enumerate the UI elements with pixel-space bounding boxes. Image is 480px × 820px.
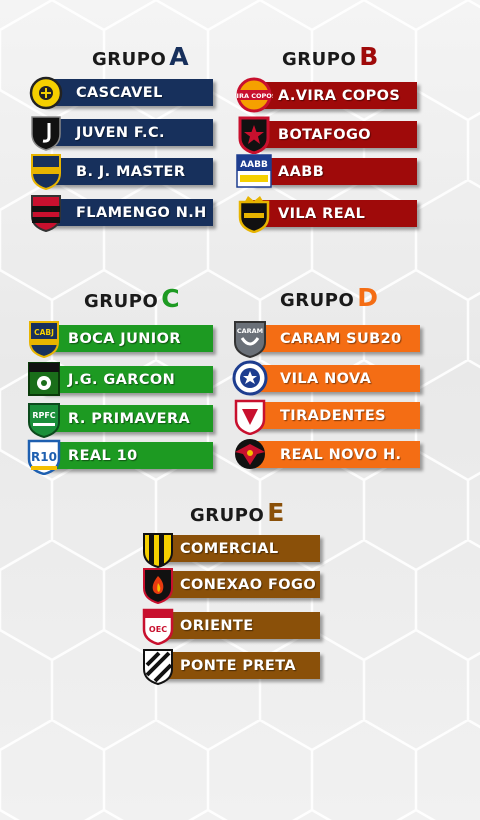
badge-text: R10 <box>31 450 57 464</box>
group-word: GRUPO <box>92 49 167 70</box>
vila-real-crown-crest-icon <box>238 196 270 233</box>
group-word: GRUPO <box>190 505 265 526</box>
team-name: REAL NOVO H. <box>280 446 402 463</box>
team-row-comercial: COMERCIAL <box>142 533 320 568</box>
yellow-black-stripes-shield-icon <box>143 533 173 568</box>
vira-copos-crest-icon: VIRA COPOS <box>235 77 273 113</box>
cabj-shield-icon: CABJ <box>29 321 59 358</box>
team-name: PONTE PRETA <box>180 657 297 674</box>
black-j-shield-icon <box>31 116 61 151</box>
red-black-eagle-crest-icon <box>235 439 265 469</box>
group-e-title: GRUPO E <box>190 498 285 527</box>
group-b-title: GRUPO B <box>282 42 379 71</box>
oec-red-shield-icon: OEC <box>142 608 174 645</box>
team-row-tiradentes: TIRADENTES <box>234 399 420 435</box>
badge-text: CABJ <box>34 328 54 337</box>
group-d-title: GRUPO D <box>280 283 379 312</box>
team-row-real-10: REAL 10 R10 <box>27 439 213 475</box>
yellow-round-crest-icon <box>29 76 63 110</box>
group-letter: E <box>267 498 285 527</box>
team-row-bj-master: B. J. MASTER <box>30 154 213 191</box>
red-black-star-shield-icon <box>238 116 270 154</box>
tiradentes-crest-icon <box>234 399 266 435</box>
rpfc-green-shield-icon: RPFC <box>28 403 60 438</box>
team-row-vira-copos: A.VIRA COPOS VIRA COPOS <box>235 77 417 113</box>
aabb-logo-icon: AABB <box>236 154 272 188</box>
team-name: B. J. MASTER <box>76 163 186 180</box>
group-letter: A <box>169 42 189 71</box>
team-row-boca-junior: BOCA JUNIOR CABJ <box>28 321 213 358</box>
group-word: GRUPO <box>282 49 357 70</box>
black-white-stripes-shield-icon <box>143 649 173 685</box>
group-a-title: GRUPO A <box>92 42 189 71</box>
group-c-title: GRUPO C <box>84 284 180 313</box>
group-letter: D <box>357 283 379 312</box>
badge-text: CARAM <box>237 327 263 335</box>
team-name: CARAM SUB20 <box>280 330 402 347</box>
green-square-crest-icon <box>28 362 60 396</box>
team-row-r-primavera: R. PRIMAVERA RPFC <box>28 403 213 438</box>
red-black-shield-icon <box>31 195 61 232</box>
real-10-shield-icon: R10 <box>27 439 61 475</box>
team-row-vila-nova: VILA NOVA <box>232 360 420 396</box>
team-row-caram-sub20: CARAM SUB20 CARAM <box>234 321 420 358</box>
team-row-aabb: AABB AABB <box>236 154 417 188</box>
team-name: CONEXAO FOGO <box>180 576 317 593</box>
team-name: A.VIRA COPOS <box>278 87 401 104</box>
group-word: GRUPO <box>84 291 159 312</box>
badge-text: RPFC <box>32 411 55 420</box>
team-row-juven: JUVEN F.C. <box>30 116 213 151</box>
caram-gray-shield-icon: CARAM <box>234 321 266 358</box>
badge-text: AABB <box>240 160 268 170</box>
group-letter: B <box>359 42 379 71</box>
group-letter: C <box>161 284 180 313</box>
flame-shield-icon <box>143 568 173 604</box>
team-row-oriente: ORIENTE OEC <box>142 608 320 645</box>
badge-text: VIRA COPOS <box>235 92 273 100</box>
team-row-conexao-fogo: CONEXAO FOGO <box>142 568 320 604</box>
team-row-ponte-preta: PONTE PRETA <box>142 649 320 685</box>
navy-gold-shield-icon <box>31 154 61 191</box>
team-name: R. PRIMAVERA <box>68 410 191 427</box>
group-word: GRUPO <box>280 290 355 311</box>
badge-text: OEC <box>149 625 167 634</box>
team-name: FLAMENGO N.H <box>76 204 207 221</box>
team-row-real-novo-h: REAL NOVO H. <box>234 439 420 469</box>
team-row-flamengo-nh: FLAMENGO N.H <box>30 195 213 232</box>
team-row-vila-real: VILA REAL <box>238 196 417 233</box>
team-row-cascavel: CASCAVEL <box>29 76 213 110</box>
vila-nova-round-crest-icon <box>232 360 268 396</box>
team-row-jg-garcon: J.G. GARCON <box>28 362 213 396</box>
team-row-botafogo: BOTAFOGO <box>238 116 417 154</box>
